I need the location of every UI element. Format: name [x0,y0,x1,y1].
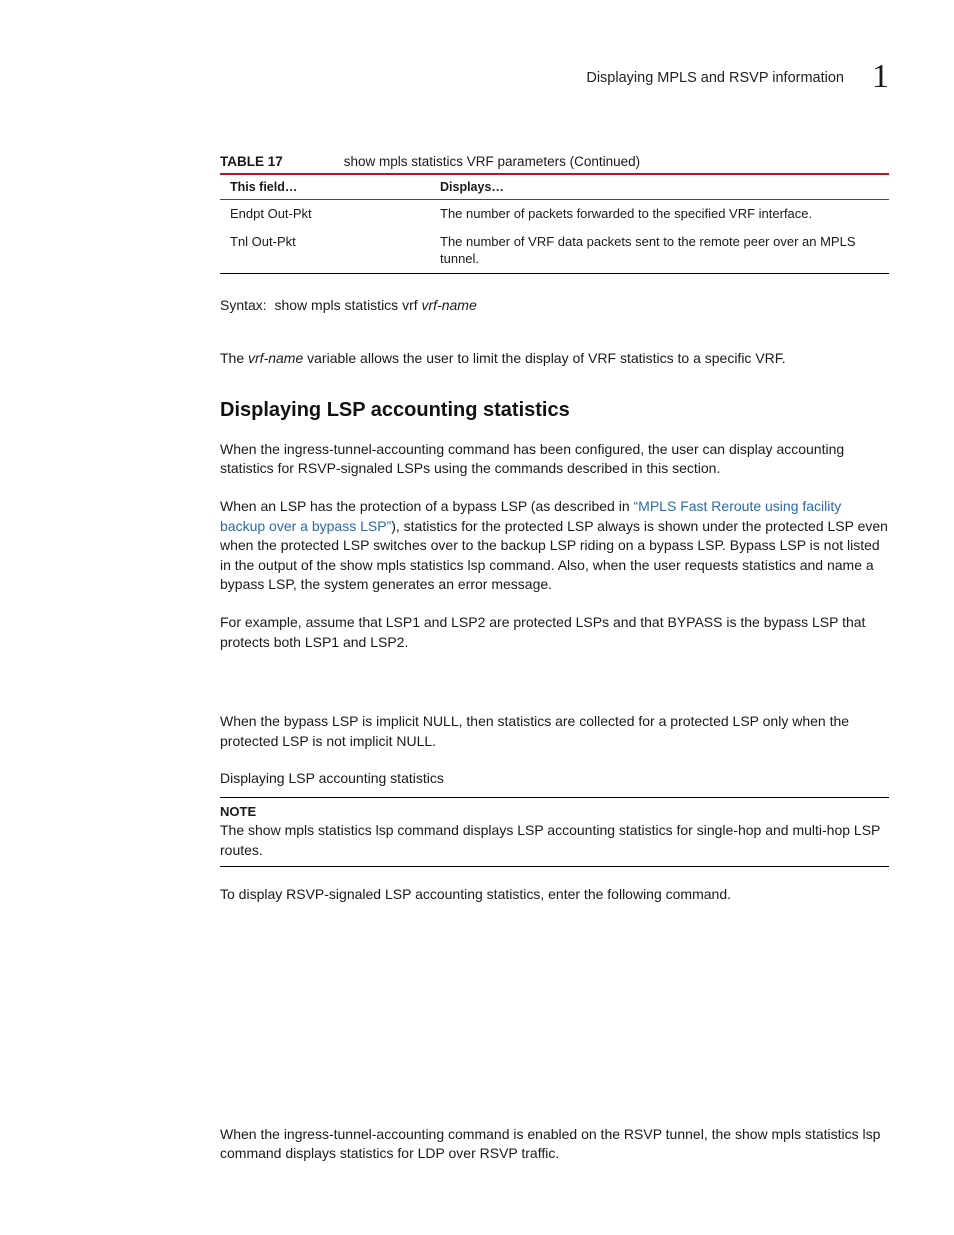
table-cell-field: Tnl Out-Pkt [220,228,430,274]
note-label: NOTE [220,804,889,819]
table-cell-field: Endpt Out-Pkt [220,200,430,228]
note-block: NOTE The show mpls statistics lsp comman… [220,797,889,867]
table-row: Endpt Out-Pkt The number of packets forw… [220,200,889,228]
note-text: The show mpls statistics lsp command dis… [220,822,880,858]
body-paragraph: When an LSP has the protection of a bypa… [220,497,889,595]
running-header: Displaying MPLS and RSVP information 1 [220,60,889,94]
text-fragment: variable allows the user to limit the di… [303,350,785,366]
body-paragraph: For example, assume that LSP1 and LSP2 a… [220,613,889,652]
syntax-var: vrf-name [422,297,477,313]
table-header-displays: Displays… [430,174,889,200]
text-fragment: When an LSP has the protection of a bypa… [220,498,634,514]
chapter-number: 1 [872,60,889,94]
body-paragraph: When the bypass LSP is implicit NULL, th… [220,712,889,751]
syntax-line: Syntax: show mpls statistics vrf vrf-nam… [220,296,889,316]
body-paragraph: To display RSVP-signaled LSP accounting … [220,885,889,905]
body-paragraph: When the ingress-tunnel-accounting comma… [220,440,889,479]
table-header-field: This field… [220,174,430,200]
vrf-parameters-table: This field… Displays… Endpt Out-Pkt The … [220,173,889,274]
text-fragment: The [220,350,248,366]
table-label: TABLE 17 [220,154,340,169]
table-cell-desc: The number of packets forwarded to the s… [430,200,889,228]
table-header-row: This field… Displays… [220,174,889,200]
subheading-displaying-lsp: Displaying LSP accounting statistics [220,769,889,789]
var-vrf-name: vrf-name [248,350,303,366]
syntax-cmd: show mpls statistics vrf [274,297,417,313]
table-caption: TABLE 17 show mpls statistics VRF parame… [220,154,889,169]
body-paragraph: When the ingress-tunnel-accounting comma… [220,1125,889,1164]
table-row: Tnl Out-Pkt The number of VRF data packe… [220,228,889,274]
syntax-prefix: Syntax: [220,297,267,313]
running-header-title: Displaying MPLS and RSVP information [586,70,844,86]
table-title: show mpls statistics VRF parameters (Con… [344,154,640,169]
page-root: Displaying MPLS and RSVP information 1 T… [0,0,954,1235]
section-heading-lsp-accounting: Displaying LSP accounting statistics [220,399,889,422]
table-cell-desc: The number of VRF data packets sent to t… [430,228,889,274]
vrf-name-paragraph: The vrf-name variable allows the user to… [220,349,889,369]
